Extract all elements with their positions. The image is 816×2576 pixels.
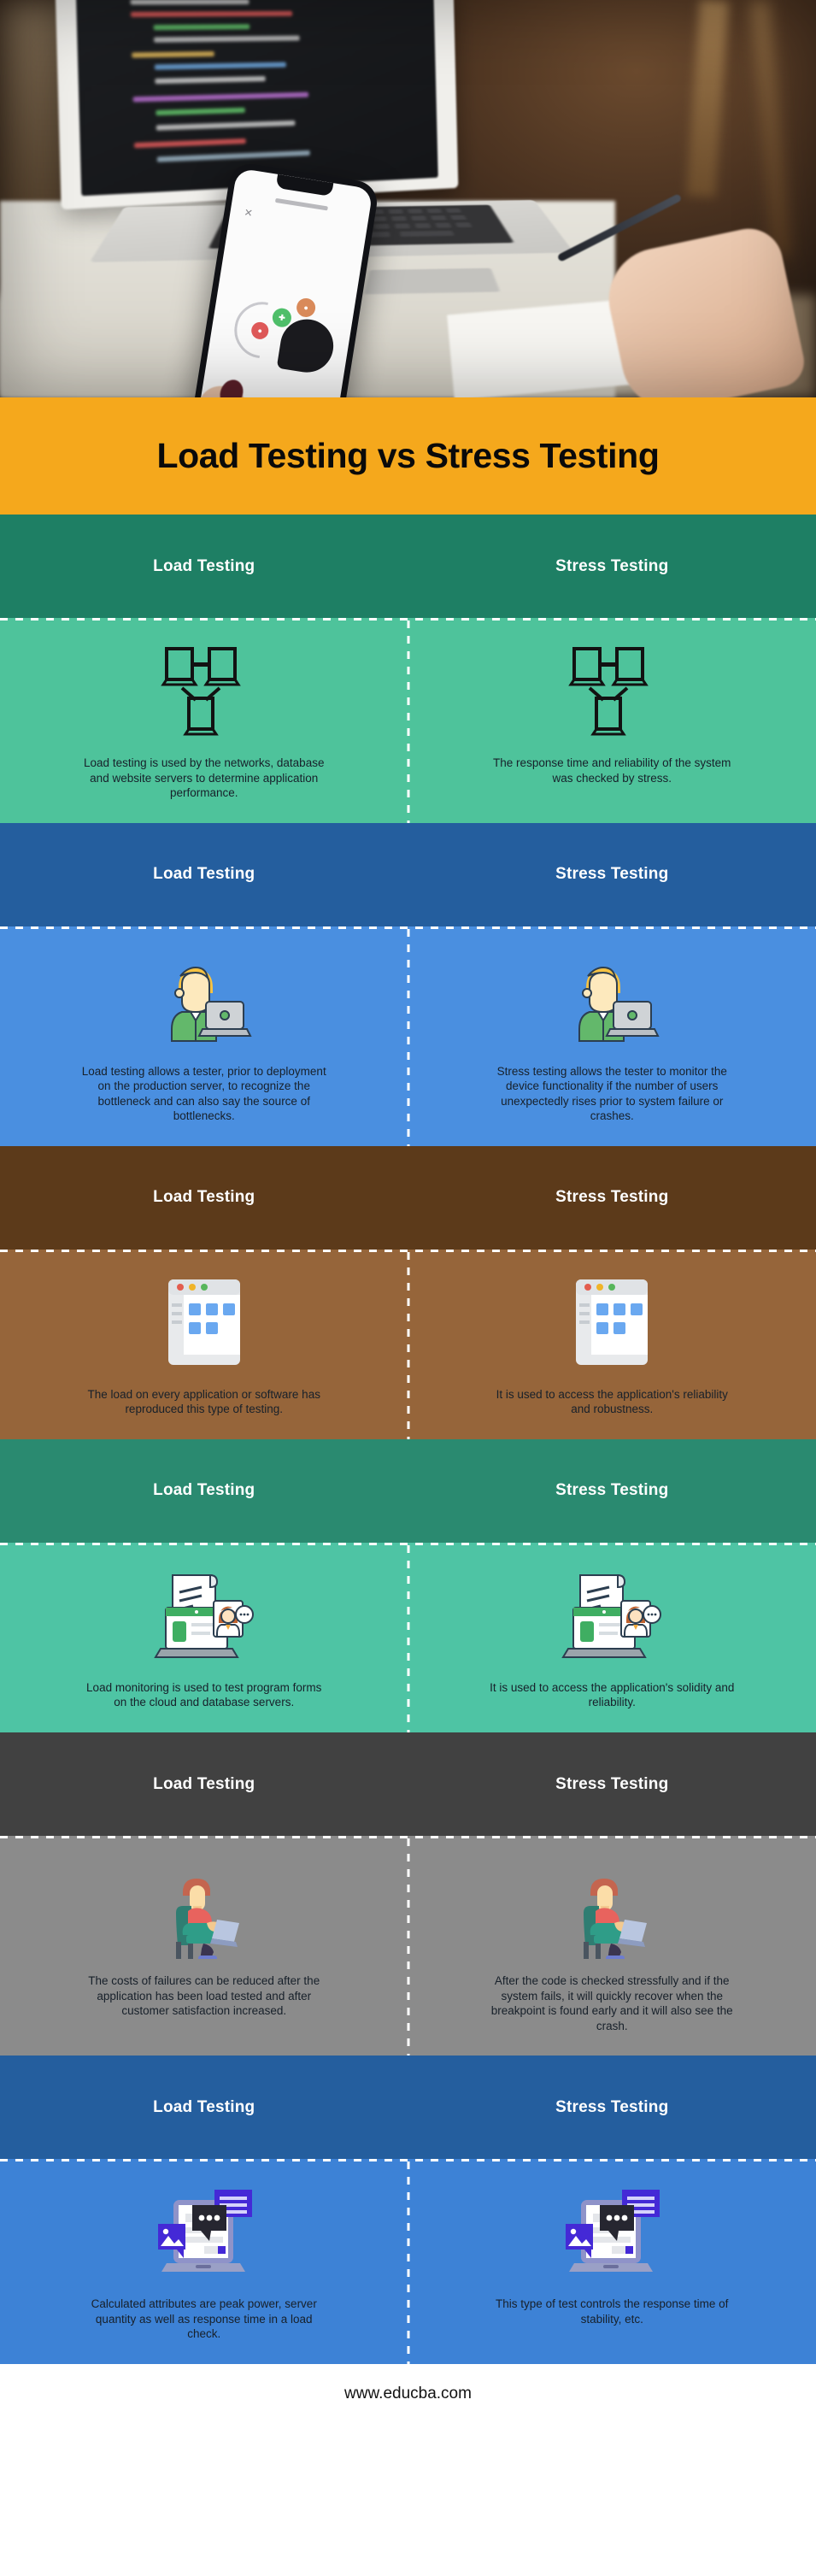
section-1-right-header: Stress Testing bbox=[555, 556, 669, 575]
section-6-right-text: This type of test controls the response … bbox=[496, 2297, 729, 2326]
section-5-left-header: Load Testing bbox=[153, 1774, 255, 1793]
section-1-header: Load Testing Stress Testing bbox=[0, 515, 816, 618]
seated-person-laptop-icon bbox=[157, 1861, 251, 1961]
section-3-body: The load on every application or softwar… bbox=[0, 1249, 816, 1439]
section-2-right-text: Stress testing allows the tester to moni… bbox=[496, 1064, 727, 1123]
section-4-right-cell: It is used to access the application's s… bbox=[408, 1545, 816, 1732]
section-1-left-cell: Load testing is used by the networks, da… bbox=[0, 620, 408, 823]
laptop-document-support-icon bbox=[561, 1567, 662, 1668]
browser-window-icon bbox=[572, 1274, 651, 1375]
laptop-chat-bubbles-icon bbox=[559, 2184, 665, 2285]
section-2-body: Load testing allows a tester, prior to d… bbox=[0, 926, 816, 1146]
section-1-left-header: Load Testing bbox=[153, 556, 255, 575]
section-6-right-header: Stress Testing bbox=[555, 2097, 669, 2116]
section-4-left-cell: Load monitoring is used to test program … bbox=[0, 1545, 408, 1732]
section-2-left-header: Load Testing bbox=[153, 865, 255, 884]
laptop-chat-bubbles-icon bbox=[151, 2184, 257, 2285]
footer-url[interactable]: www.educba.com bbox=[344, 2385, 472, 2403]
comparison-section-4: Load Testing Stress Testing Load monitor… bbox=[0, 1438, 816, 1733]
connected-monitors-icon bbox=[567, 643, 656, 744]
section-6-left-text: Calculated attributes are peak power, se… bbox=[91, 2297, 317, 2341]
section-2-left-text: Load testing allows a tester, prior to d… bbox=[81, 1064, 326, 1123]
section-4-right-header: Stress Testing bbox=[555, 1481, 669, 1500]
section-3-left-header: Load Testing bbox=[153, 1188, 255, 1207]
comparison-section-6: Load Testing Stress Testing Calculated a… bbox=[0, 2056, 816, 2364]
section-5-right-header: Stress Testing bbox=[555, 1774, 669, 1793]
section-4-left-text: Load monitoring is used to test program … bbox=[86, 1680, 322, 1709]
section-3-left-cell: The load on every application or softwar… bbox=[0, 1252, 408, 1439]
section-2-left-cell: Load testing allows a tester, prior to d… bbox=[0, 929, 408, 1146]
title-bar: Load Testing vs Stress Testing bbox=[0, 397, 816, 515]
section-4-right-text: It is used to access the application's s… bbox=[490, 1680, 735, 1709]
section-6-body: Calculated attributes are peak power, se… bbox=[0, 2159, 816, 2364]
section-3-left-text: The load on every application or softwar… bbox=[87, 1387, 320, 1416]
section-5-header: Load Testing Stress Testing bbox=[0, 1732, 816, 1837]
section-6-left-cell: Calculated attributes are peak power, se… bbox=[0, 2161, 408, 2364]
section-3-right-header: Stress Testing bbox=[555, 1188, 669, 1207]
infographic-root: ✕ ● ✚ ● Load Testing vs Stress Testing L… bbox=[0, 0, 816, 2424]
section-2-header: Load Testing Stress Testing bbox=[0, 822, 816, 926]
person-with-laptop-icon bbox=[564, 951, 660, 1052]
section-2-right-cell: Stress testing allows the tester to moni… bbox=[408, 929, 816, 1146]
section-5-left-text: The costs of failures can be reduced aft… bbox=[88, 1974, 320, 2018]
section-1-left-text: Load testing is used by the networks, da… bbox=[84, 756, 325, 800]
section-3-right-text: It is used to access the application's r… bbox=[496, 1387, 728, 1416]
person-with-laptop-icon bbox=[156, 951, 252, 1052]
section-5-body: The costs of failures can be reduced aft… bbox=[0, 1836, 816, 2056]
seated-person-laptop-icon bbox=[565, 1861, 659, 1961]
page-title: Load Testing vs Stress Testing bbox=[156, 436, 660, 475]
section-6-left-header: Load Testing bbox=[153, 2097, 255, 2116]
section-1-body: Load testing is used by the networks, da… bbox=[0, 618, 816, 823]
section-3-header: Load Testing Stress Testing bbox=[0, 1145, 816, 1250]
footer: www.educba.com bbox=[0, 2363, 816, 2424]
section-5-right-cell: After the code is checked stressfully an… bbox=[408, 1838, 816, 2056]
section-6-right-cell: This type of test controls the response … bbox=[408, 2161, 816, 2364]
section-4-header: Load Testing Stress Testing bbox=[0, 1438, 816, 1543]
browser-window-icon bbox=[165, 1274, 244, 1375]
section-3-right-cell: It is used to access the application's r… bbox=[408, 1252, 816, 1439]
connected-monitors-icon bbox=[160, 643, 249, 744]
comparison-section-2: Load Testing Stress Testing Load testing… bbox=[0, 822, 816, 1146]
section-4-body: Load monitoring is used to test program … bbox=[0, 1542, 816, 1733]
comparison-section-1: Load Testing Stress Testing Load testing… bbox=[0, 515, 816, 823]
section-5-left-cell: The costs of failures can be reduced aft… bbox=[0, 1838, 408, 2056]
hero-photo: ✕ ● ✚ ● bbox=[0, 0, 816, 397]
photo-vignette bbox=[0, 0, 816, 397]
comparison-section-3: Load Testing Stress Testing The load on … bbox=[0, 1145, 816, 1439]
comparison-section-5: Load Testing Stress Testing The costs of… bbox=[0, 1732, 816, 2056]
section-1-right-cell: The response time and reliability of the… bbox=[408, 620, 816, 823]
section-2-right-header: Stress Testing bbox=[555, 865, 669, 884]
section-1-right-text: The response time and reliability of the… bbox=[493, 756, 731, 785]
section-6-header: Load Testing Stress Testing bbox=[0, 2056, 816, 2160]
laptop-document-support-icon bbox=[153, 1567, 255, 1668]
section-4-left-header: Load Testing bbox=[153, 1481, 255, 1500]
section-5-right-text: After the code is checked stressfully an… bbox=[490, 1974, 733, 2032]
